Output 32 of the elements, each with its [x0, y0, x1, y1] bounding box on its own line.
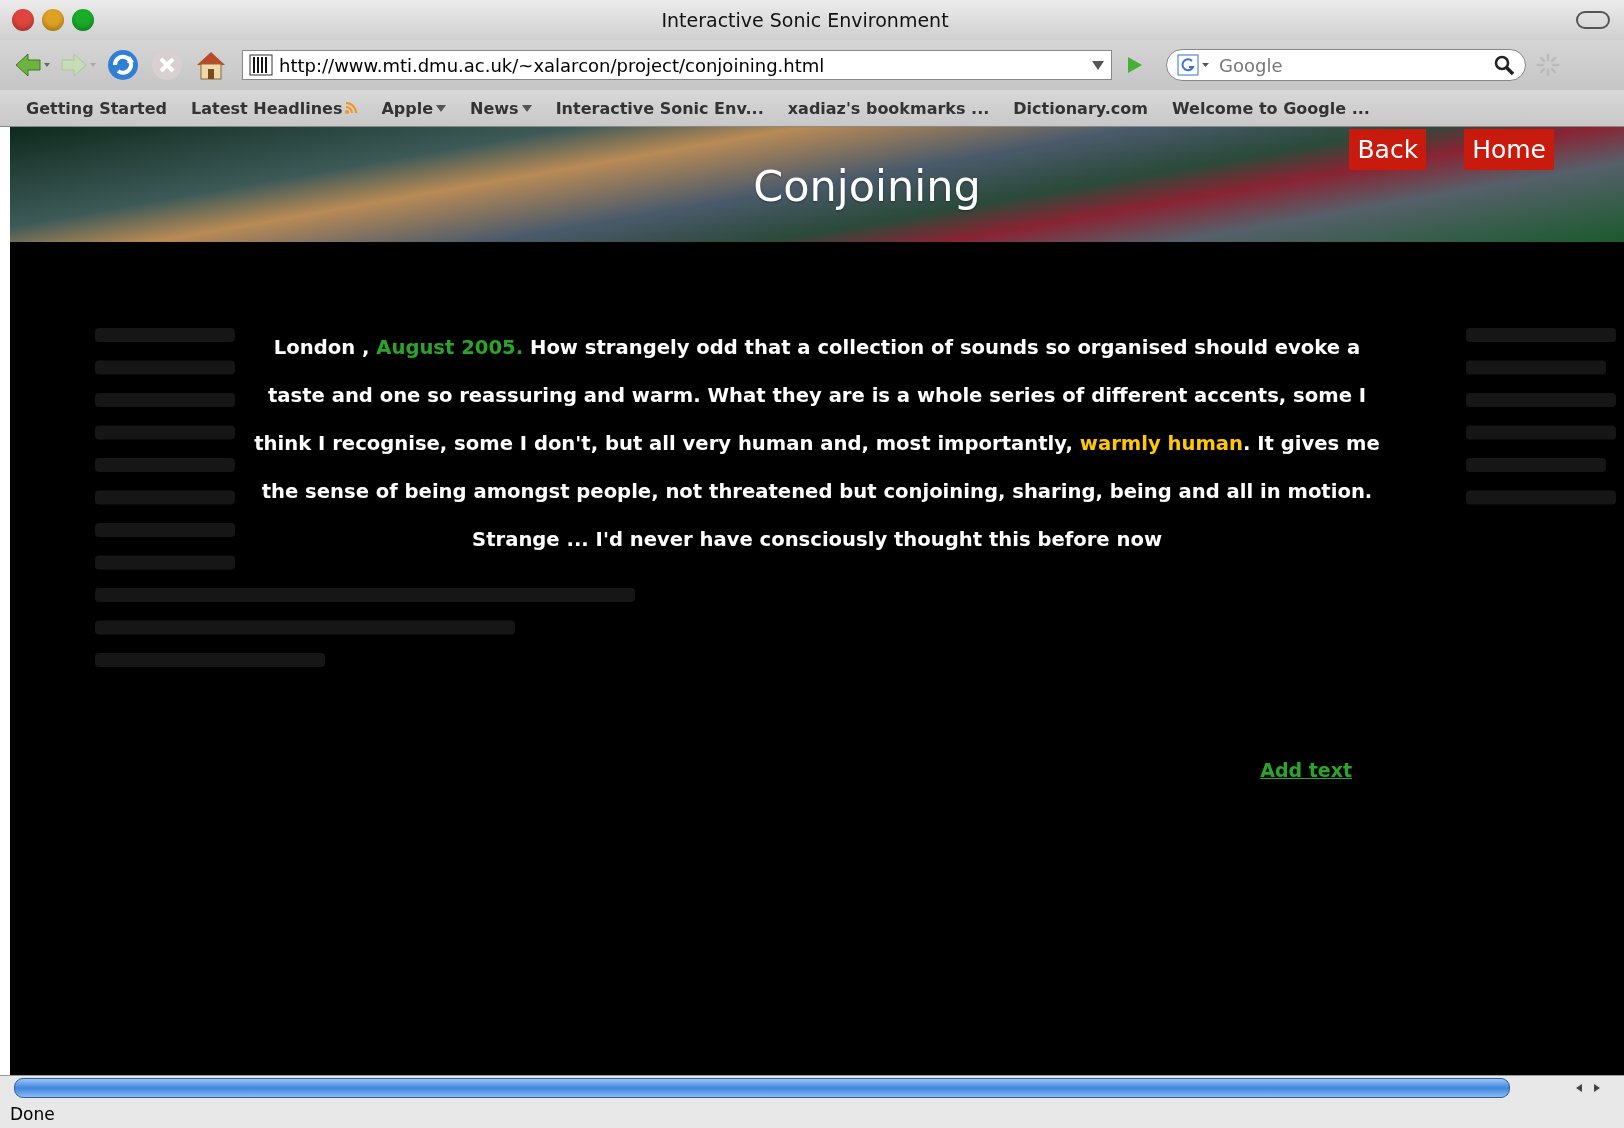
- reload-icon[interactable]: [106, 48, 140, 82]
- caret-icon[interactable]: [521, 103, 532, 113]
- minimize-button[interactable]: [42, 9, 64, 31]
- bookmark-item[interactable]: Interactive Sonic Env...: [555, 98, 764, 118]
- paragraph: London , August 2005. How strangely odd that a collection of sounds so organised should evoke a taste and one so reassuring and warm. What they are is a whole series of different accents, some I think I recognise, some I don't, but all very human and, most importantly, warmly human. It gives me the sense of being amongst people, not threatened but conjoining, sharing, being and all in motion. Strange ... I'd never have consciously thought this before now: [253, 335, 1381, 553]
- add-text-link[interactable]: Add text: [1260, 759, 1352, 781]
- window-title: Interactive Sonic Environment: [661, 9, 949, 31]
- bookmark-item[interactable]: xadiaz's bookmarks ...: [787, 98, 990, 118]
- url-text: http://www.mti.dmu.ac.uk/~xalarcon/project/conjoining.html: [279, 54, 826, 76]
- nav-button[interactable]: Back: [1349, 129, 1427, 170]
- dropdown-icon[interactable]: [1091, 59, 1105, 71]
- zoom-button[interactable]: [72, 9, 94, 31]
- back-icon[interactable]: [14, 51, 50, 79]
- caret-icon[interactable]: [436, 103, 447, 113]
- bookmark-item[interactable]: Welcome to Google ...: [1171, 98, 1370, 118]
- search-bar[interactable]: Google: [1166, 49, 1526, 81]
- status-text: Done: [10, 1104, 55, 1124]
- address-field[interactable]: http://www.mti.dmu.ac.uk/~xalarcon/project/conjoining.html: [242, 50, 1112, 80]
- bookmark-item[interactable]: Apple: [381, 98, 447, 118]
- page-title: Conjoining: [753, 161, 981, 211]
- close-button[interactable]: [12, 9, 34, 31]
- nav-button[interactable]: Home: [1464, 129, 1554, 170]
- horizontal-scrollbar[interactable]: [0, 1075, 1624, 1100]
- search-engine-icon[interactable]: [1177, 53, 1211, 77]
- toolbar-toggle-button[interactable]: [1576, 11, 1610, 29]
- bookmark-item[interactable]: News: [470, 98, 532, 118]
- bookmark-item[interactable]: Dictionary.com: [1013, 98, 1148, 118]
- search-icon[interactable]: [1493, 54, 1515, 76]
- bookmark-item[interactable]: Getting Started: [26, 98, 167, 118]
- bookmark-item[interactable]: Latest Headlines: [191, 98, 358, 118]
- site-icon[interactable]: [249, 53, 273, 77]
- scrollbar-thumb[interactable]: [14, 1078, 1510, 1098]
